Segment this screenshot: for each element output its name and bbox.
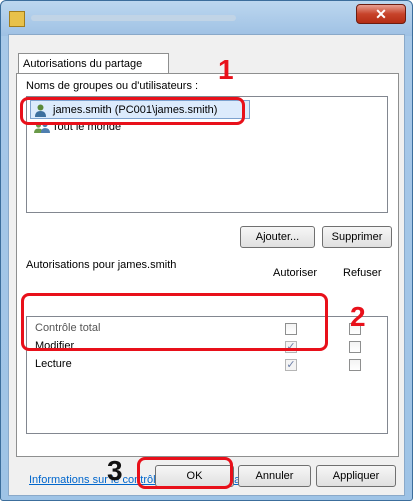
allow-checkbox-read[interactable]: ✓	[285, 359, 297, 371]
cancel-button[interactable]: Annuler	[238, 465, 311, 487]
apply-button[interactable]: Appliquer	[316, 465, 396, 487]
folder-icon	[9, 11, 25, 27]
permission-row-read: Lecture ✓	[27, 356, 387, 374]
callout-number-1: 1	[218, 54, 234, 85]
callout-box-ok	[137, 457, 233, 489]
callout-box-user	[20, 97, 245, 125]
add-button[interactable]: Ajouter...	[240, 226, 315, 248]
callout-number-2: 2	[350, 301, 366, 332]
allow-column-header: Autoriser	[273, 267, 318, 279]
deny-checkbox-modify[interactable]	[349, 341, 361, 353]
permission-name: Lecture	[35, 358, 72, 370]
deny-column-header: Refuser	[343, 267, 382, 279]
callout-box-permissions	[21, 293, 328, 351]
tab-share-permissions[interactable]: Autorisations du partage	[18, 53, 169, 74]
permissions-heading: Autorisations pour james.smith	[26, 259, 177, 271]
users-heading: Noms de groupes ou d'utilisateurs :	[26, 80, 199, 92]
dialog-window: ✕ Autorisations du partage Noms de group…	[0, 0, 413, 501]
blurred-window-title	[31, 15, 236, 21]
remove-button[interactable]: Supprimer	[322, 226, 392, 248]
deny-checkbox-read[interactable]	[349, 359, 361, 371]
close-button[interactable]: ✕	[356, 4, 406, 24]
title-bar[interactable]: ✕	[1, 1, 414, 36]
callout-number-3: 3	[107, 455, 123, 486]
tab-panel: Noms de groupes ou d'utilisateurs : jame…	[16, 73, 399, 486]
